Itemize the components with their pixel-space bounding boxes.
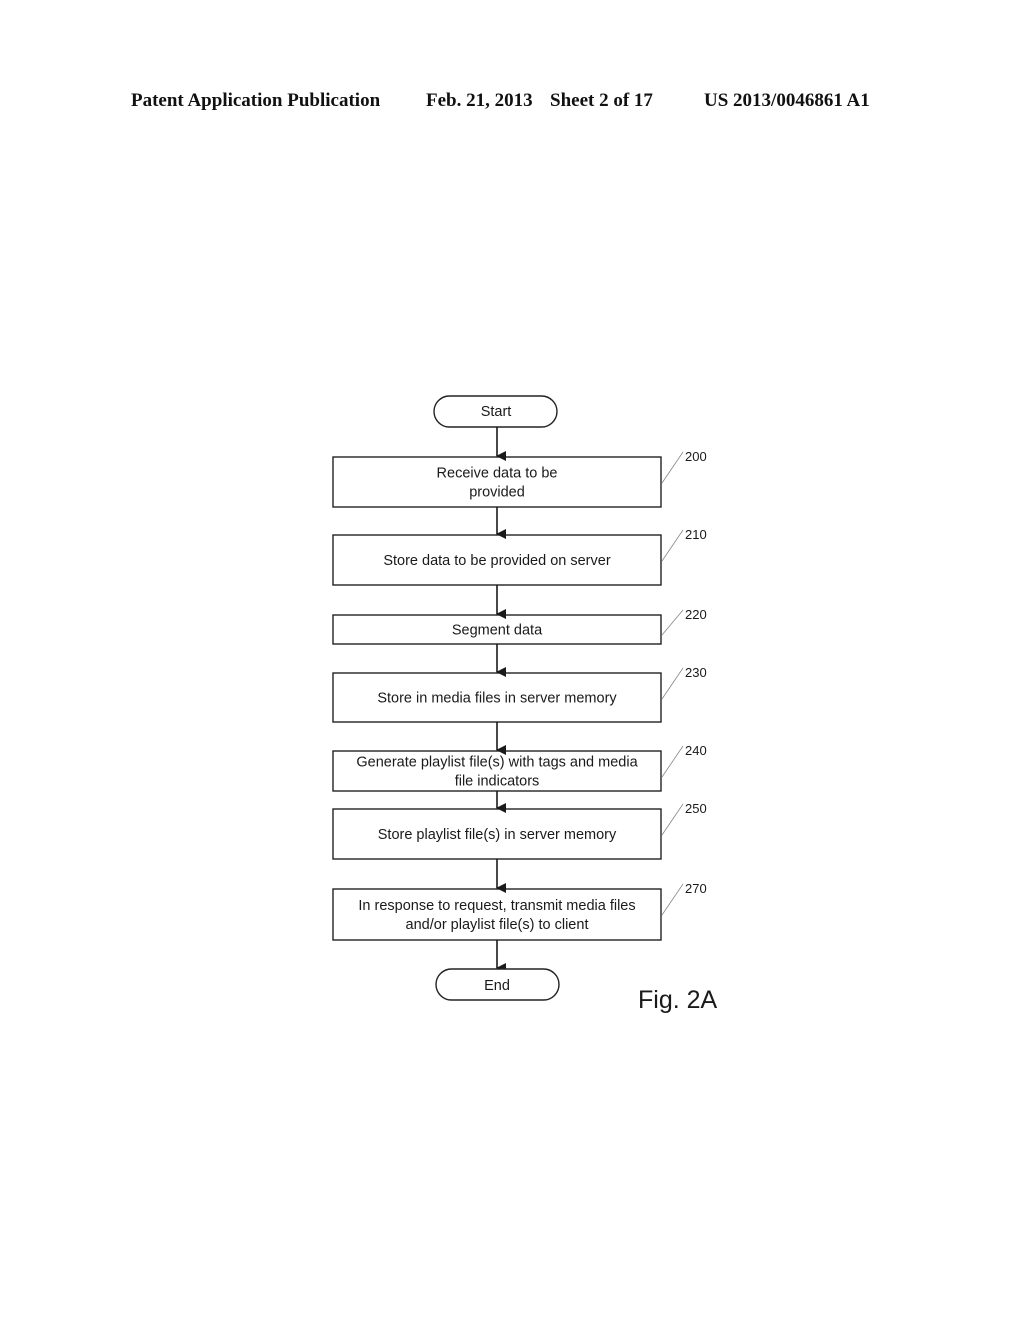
reference-numeral: 250 xyxy=(685,801,707,816)
process-step-250: Store playlist file(s) in server memory 2… xyxy=(332,801,707,860)
reference-numeral: 230 xyxy=(685,665,707,680)
process-step-text: file indicators xyxy=(455,774,540,790)
reference-leader-line xyxy=(661,803,684,836)
reference-leader-line xyxy=(661,529,684,562)
process-step-240: Generate playlist file(s) with tags and … xyxy=(332,743,707,792)
flowchart: Start Receive data to be provided 200 Store… xyxy=(332,395,718,1014)
start-label: Start xyxy=(481,404,512,420)
end-label: End xyxy=(484,978,510,994)
process-step-210: Store data to be provided on server 210 xyxy=(332,527,707,586)
reference-numeral: 240 xyxy=(685,743,707,758)
reference-numeral: 270 xyxy=(685,881,707,896)
process-step-270: In response to request, transmit media f… xyxy=(332,881,707,941)
end-terminal: End xyxy=(435,968,560,1001)
process-step-230: Store in media files in server memory 230 xyxy=(332,665,707,723)
process-step-text: Segment data xyxy=(452,623,543,639)
process-step-220: Segment data 220 xyxy=(332,607,707,645)
process-step-text: Generate playlist file(s) with tags and … xyxy=(356,755,638,771)
figure-label: Fig. 2A xyxy=(638,986,718,1014)
reference-leader-line xyxy=(661,745,684,778)
process-step-text: In response to request, transmit media f… xyxy=(358,898,635,914)
reference-numeral: 220 xyxy=(685,607,707,622)
reference-leader-line xyxy=(661,667,684,700)
process-step-200: Receive data to be provided 200 xyxy=(332,449,707,508)
reference-leader-line xyxy=(661,451,684,484)
reference-leader-line xyxy=(661,609,684,636)
process-step-text: Store data to be provided on server xyxy=(383,553,610,569)
reference-leader-line xyxy=(661,883,684,916)
process-step-text: provided xyxy=(469,485,525,501)
process-step-text: Store playlist file(s) in server memory xyxy=(378,827,617,843)
process-step-text: Receive data to be xyxy=(437,466,558,482)
start-terminal: Start xyxy=(433,395,558,428)
process-step-text: Store in media files in server memory xyxy=(377,691,617,707)
process-step-text: and/or playlist file(s) to client xyxy=(406,917,589,933)
reference-numeral: 210 xyxy=(685,527,707,542)
reference-numeral: 200 xyxy=(685,449,707,464)
